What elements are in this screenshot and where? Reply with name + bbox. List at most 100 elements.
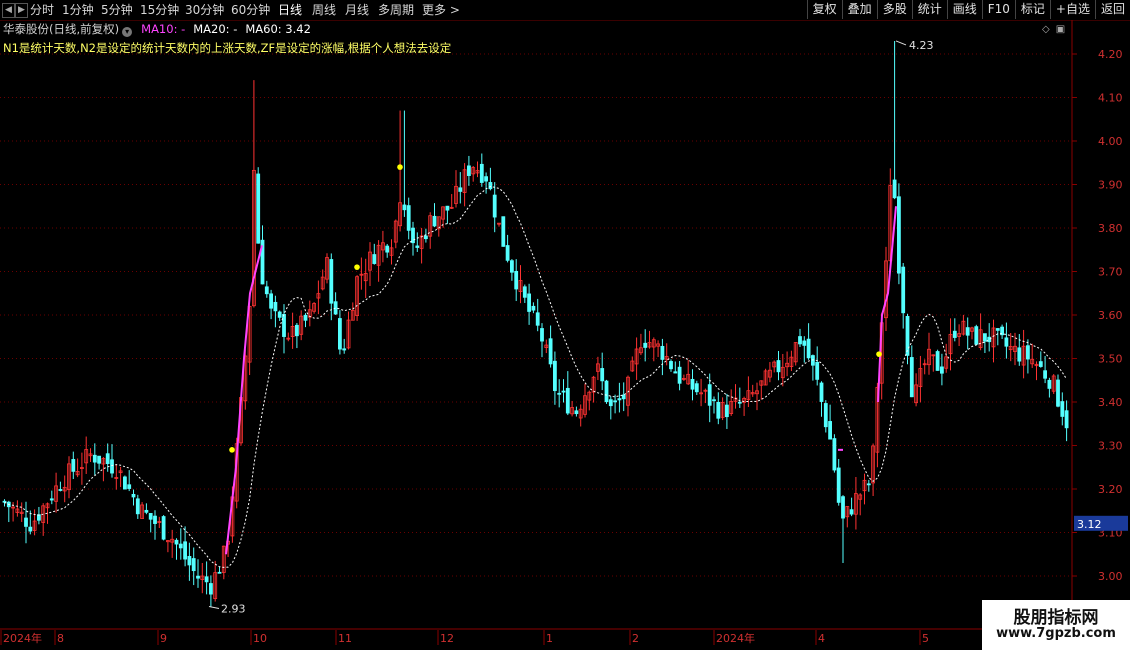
candle-body	[92, 454, 97, 463]
low-price-label: 2.93	[221, 602, 246, 615]
candle-body	[548, 338, 553, 365]
candle-body	[1060, 401, 1065, 417]
candle-body	[660, 345, 665, 360]
candle-body	[488, 182, 493, 190]
candle-body	[841, 496, 845, 519]
candle-body	[527, 293, 531, 312]
candle-body	[333, 301, 338, 315]
candle-body	[131, 493, 136, 498]
price-tick-label: 3.40	[1098, 396, 1123, 409]
candle-body	[1038, 361, 1043, 367]
candle-body	[264, 286, 269, 295]
signal-line	[877, 206, 897, 403]
signal-dot	[876, 351, 882, 357]
candle-body	[445, 205, 450, 211]
candle-body	[531, 305, 536, 311]
watermark-url: www.7gpzb.com	[996, 626, 1116, 641]
candle-body	[411, 227, 415, 244]
time-tick-label: 9	[160, 632, 167, 645]
time-tick-label: 8	[57, 632, 64, 645]
candle-body	[540, 328, 544, 342]
time-tick-label: 10	[253, 632, 267, 645]
price-tick-label: 3.30	[1098, 440, 1123, 453]
candle-body	[553, 360, 557, 392]
candle-body	[71, 459, 76, 472]
candle-body	[901, 266, 906, 314]
candle-body	[561, 390, 566, 393]
candle-body	[191, 558, 196, 572]
candle-body	[1004, 337, 1009, 347]
indicator-description: N1是统计天数,N2是设定的统计天数内的上涨天数,ZF是设定的涨幅,根据个人想法…	[3, 41, 452, 55]
candle-body	[995, 328, 1000, 331]
settings-circle-icon[interactable]: ▾	[122, 27, 133, 37]
candle-body	[673, 371, 678, 374]
time-tick-label: 5	[922, 632, 929, 645]
candle-body	[535, 312, 540, 326]
window-icon[interactable]: ▣	[1056, 24, 1065, 35]
ma10-value: MA10: -	[141, 22, 186, 36]
candle-body	[294, 324, 299, 337]
candle-body	[815, 361, 820, 380]
candle-body	[196, 575, 200, 579]
candle-body	[677, 366, 682, 384]
candle-body	[905, 315, 910, 356]
candle-body	[669, 361, 673, 370]
time-tick-label: 2	[632, 632, 639, 645]
price-tick-label: 3.60	[1098, 309, 1123, 322]
candle-body	[819, 382, 824, 402]
candle-body	[204, 576, 209, 583]
candle-body	[208, 583, 213, 595]
candle-body	[303, 314, 308, 321]
candle-body	[178, 543, 183, 549]
candle-body	[282, 314, 286, 337]
diamond-icon[interactable]: ◇	[1042, 24, 1050, 35]
candle-body	[694, 383, 699, 393]
time-tick-label: 4	[818, 632, 825, 645]
candle-body	[522, 286, 527, 298]
signal-dot	[354, 264, 360, 270]
price-tick-label: 3.90	[1098, 179, 1123, 192]
candle-body	[1056, 379, 1060, 407]
panel-icons: ◇ ▣	[1042, 24, 1071, 35]
price-tick-label: 4.20	[1098, 48, 1123, 61]
price-tick-label: 3.20	[1098, 483, 1123, 496]
candle-body	[952, 330, 957, 338]
candle-body	[123, 476, 127, 490]
watermark-title: 股朋指标网	[1013, 608, 1099, 628]
candle-body	[823, 403, 828, 428]
candle-body	[277, 311, 282, 318]
time-tick-label: 11	[338, 632, 352, 645]
last-price-label: 3.12	[1077, 518, 1102, 531]
candle-body	[153, 515, 157, 524]
stock-name: 华泰股份(日线,前复权)	[3, 22, 120, 36]
kline-chart[interactable]: 4.20 4.10 4.00 3.90 3.80 3.70 3.60 3.50 3.40 3.30…	[0, 0, 1130, 650]
price-tick-label: 3.70	[1098, 266, 1123, 279]
candle-body	[832, 438, 837, 471]
price-tick-label: 4.00	[1098, 135, 1123, 148]
indicator-info-line: 华泰股份(日线,前复权) ▾ MA10: - MA20: - MA60: 3.42	[3, 22, 311, 37]
candle-body	[897, 196, 901, 274]
price-tick-label: 3.00	[1098, 570, 1123, 583]
candle-body	[406, 205, 411, 231]
price-tick-label: 3.50	[1098, 353, 1123, 366]
candle-body	[105, 453, 110, 465]
candle-body	[187, 556, 192, 566]
candle-body	[811, 355, 815, 366]
candle-body	[849, 509, 854, 515]
candle-body	[806, 338, 811, 359]
candle-body	[415, 245, 420, 248]
candle-body	[28, 526, 33, 532]
high-price-label: 4.23	[909, 39, 934, 52]
candle-body	[1026, 345, 1030, 360]
candle-body	[110, 459, 114, 474]
candle-body	[1043, 370, 1047, 379]
candle-body	[372, 254, 377, 264]
low-pointer	[208, 605, 220, 609]
candle-body	[127, 484, 132, 489]
candle-body	[174, 539, 179, 545]
candle-body	[940, 366, 944, 374]
candle-body	[514, 270, 519, 290]
candle-body	[135, 498, 140, 515]
candle-body	[148, 513, 153, 520]
candle-body	[466, 165, 471, 176]
